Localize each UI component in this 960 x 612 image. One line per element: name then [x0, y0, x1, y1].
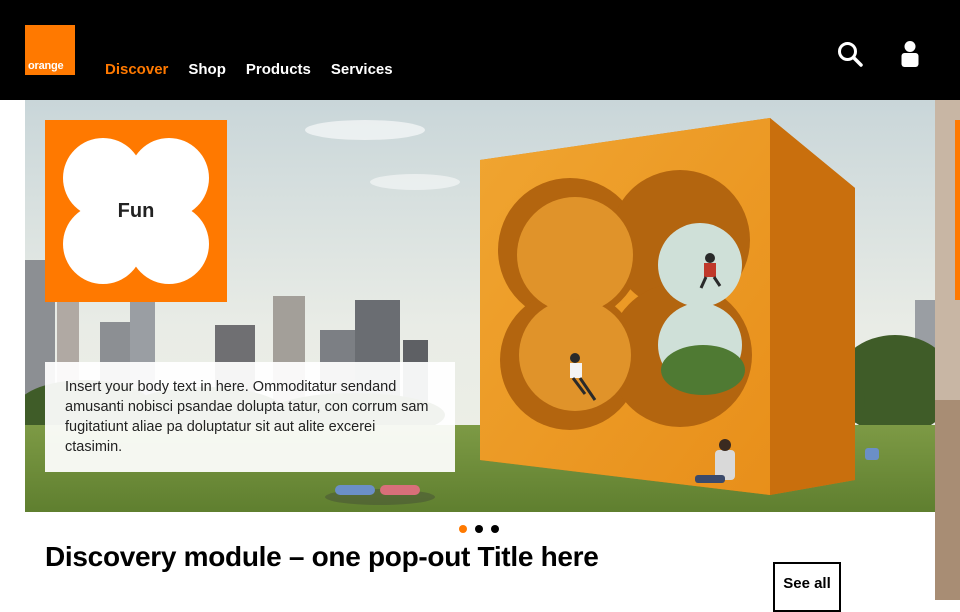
main-nav: Discover Shop Products Services — [105, 61, 393, 78]
next-slide-peek[interactable] — [935, 100, 960, 600]
orange-logo[interactable]: orange — [25, 25, 75, 75]
nav-item-products[interactable]: Products — [246, 61, 311, 78]
user-icon[interactable] — [897, 40, 925, 68]
carousel-dot-1[interactable] — [459, 525, 467, 533]
module-title: Discovery module – one pop-out Title her… — [45, 541, 599, 572]
carousel-dot-2[interactable] — [475, 525, 483, 533]
hero-text-card: Insert your body text in here. Ommoditat… — [45, 362, 455, 472]
nav-item-shop[interactable]: Shop — [188, 61, 226, 78]
fun-badge-label: Fun — [117, 200, 155, 222]
nav-item-discover[interactable]: Discover — [105, 61, 168, 78]
top-navigation-bar: orange Discover Shop Products Services — [0, 0, 960, 100]
logo-text: orange — [28, 60, 64, 72]
carousel-dots — [459, 525, 499, 533]
fun-badge: Fun — [45, 120, 227, 302]
hero-body-text: Insert your body text in here. Ommoditat… — [65, 379, 429, 455]
nav-item-services[interactable]: Services — [331, 61, 393, 78]
search-icon[interactable] — [836, 40, 864, 68]
carousel-dot-3[interactable] — [491, 525, 499, 533]
see-all-button[interactable]: See all — [773, 562, 841, 612]
